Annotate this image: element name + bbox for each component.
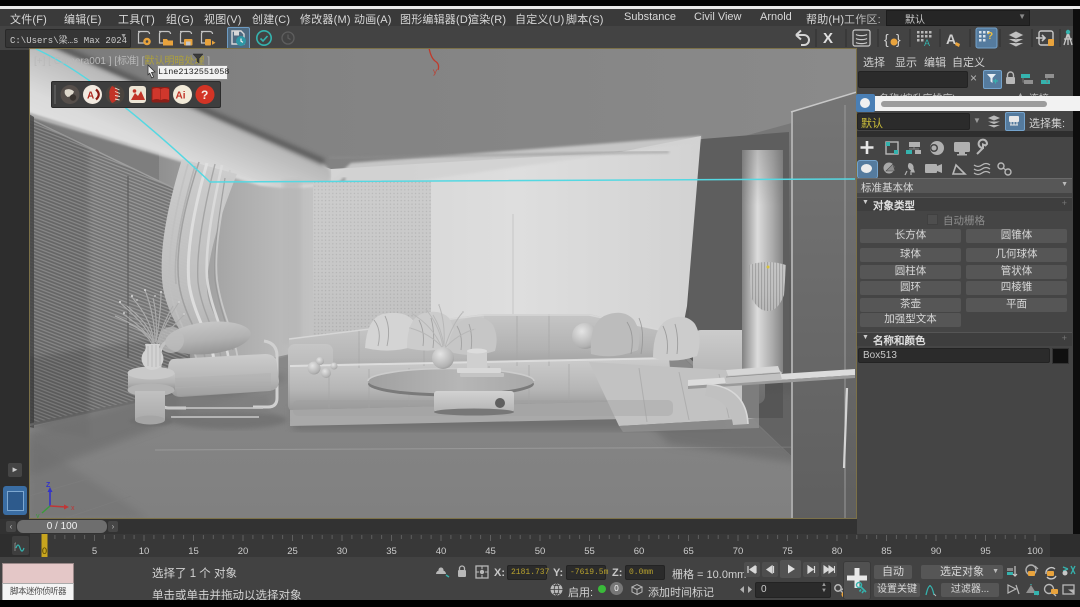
svg-text:}: }	[896, 31, 901, 47]
svg-text:25: 25	[287, 546, 298, 557]
svg-text:65: 65	[683, 546, 694, 557]
svg-text:45: 45	[485, 546, 496, 557]
svg-text:y: y	[433, 67, 437, 76]
svg-text:Z: Z	[46, 482, 51, 489]
svg-text:95: 95	[980, 546, 991, 557]
svg-text:X: X	[823, 30, 833, 47]
svg-text:A: A	[87, 91, 94, 102]
svg-text:85: 85	[881, 546, 892, 557]
svg-text:{: {	[884, 31, 889, 47]
svg-text:A: A	[924, 38, 930, 48]
svg-text:55: 55	[584, 546, 595, 557]
svg-text:70: 70	[733, 546, 744, 557]
svg-text:5: 5	[92, 546, 97, 557]
svg-text:?: ?	[201, 88, 208, 102]
svg-text:20: 20	[238, 546, 249, 557]
svg-text:30: 30	[337, 546, 348, 557]
svg-text:0: 0	[42, 546, 47, 556]
svg-text:100: 100	[1027, 546, 1043, 557]
svg-text:A: A	[946, 31, 956, 47]
svg-text:15: 15	[188, 546, 199, 557]
svg-text:10: 10	[139, 546, 150, 557]
svg-text:60: 60	[634, 546, 645, 557]
svg-text:?: ?	[987, 31, 993, 42]
svg-text:x: x	[71, 505, 75, 512]
svg-text:50: 50	[535, 546, 546, 557]
svg-text:35: 35	[386, 546, 397, 557]
svg-text:75: 75	[782, 546, 793, 557]
svg-text:80: 80	[832, 546, 843, 557]
svg-text:Ai: Ai	[176, 91, 186, 102]
svg-text:40: 40	[436, 546, 447, 557]
svg-text:90: 90	[931, 546, 942, 557]
